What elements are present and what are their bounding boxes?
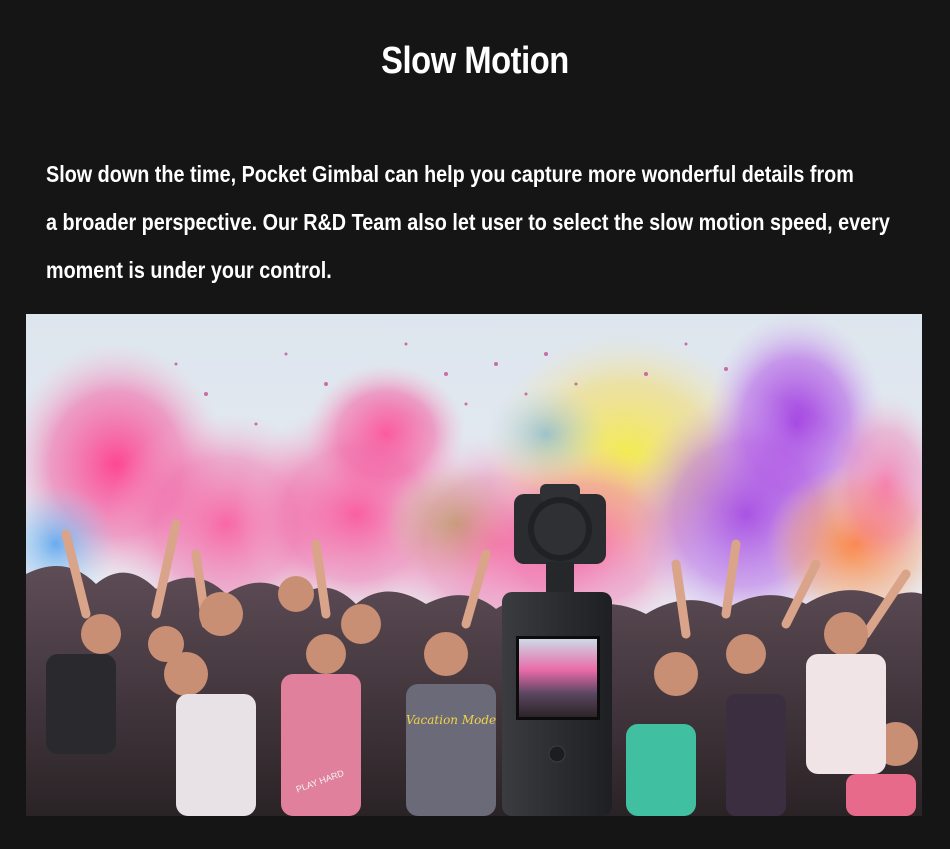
festival-crowd-photo: Vacation Mode PLAY HARD (26, 314, 922, 816)
section-title: Slow Motion (381, 40, 569, 82)
festival-illustration: Vacation Mode PLAY HARD (26, 314, 922, 816)
product-feature-section: Slow Motion Slow down the time, Pocket G… (0, 0, 950, 849)
description-line-2: a broader perspective. Our R&D Team also… (46, 209, 890, 235)
pocket-gimbal-device (502, 484, 612, 816)
description-line-1: Slow down the time, Pocket Gimbal can he… (46, 161, 854, 187)
description-line-3: moment is under your control. (46, 257, 332, 283)
feature-description: Slow down the time, Pocket Gimbal can he… (46, 150, 915, 294)
shirt-print: Vacation Mode (406, 713, 496, 727)
